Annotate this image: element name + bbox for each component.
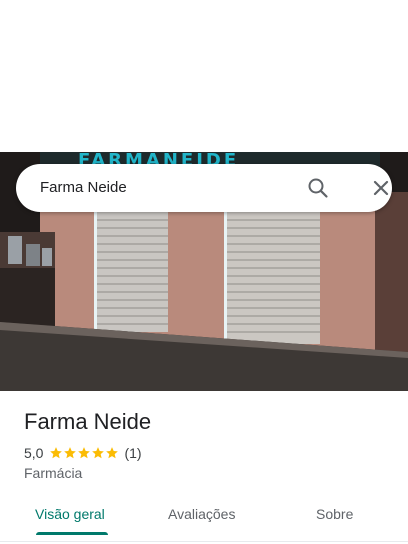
star-icon xyxy=(50,447,63,459)
rating-stars xyxy=(49,446,119,460)
search-input[interactable]: Farma Neide xyxy=(40,178,127,198)
rating-row[interactable]: 5,0 (1) xyxy=(24,444,142,462)
star-icon xyxy=(78,447,91,459)
active-tab-indicator xyxy=(36,532,108,535)
review-count[interactable]: (1) xyxy=(124,445,141,461)
star-icon xyxy=(64,447,77,459)
rating-value: 5,0 xyxy=(24,445,44,461)
star-icon xyxy=(106,447,119,459)
search-bar[interactable]: Farma Neide xyxy=(16,164,392,212)
place-category: Farmácia xyxy=(24,465,83,481)
map-blank-area xyxy=(0,0,408,152)
close-icon[interactable] xyxy=(369,176,393,200)
tab-overview[interactable]: Visão geral xyxy=(35,504,105,524)
search-icon[interactable] xyxy=(306,176,330,200)
tabs-divider xyxy=(0,541,408,542)
tab-reviews[interactable]: Avaliações xyxy=(168,504,235,524)
place-tabs: Visão geral Avaliações Sobre xyxy=(0,494,408,538)
star-icon xyxy=(92,447,105,459)
tab-about[interactable]: Sobre xyxy=(316,504,353,524)
place-title: Farma Neide xyxy=(24,409,152,434)
